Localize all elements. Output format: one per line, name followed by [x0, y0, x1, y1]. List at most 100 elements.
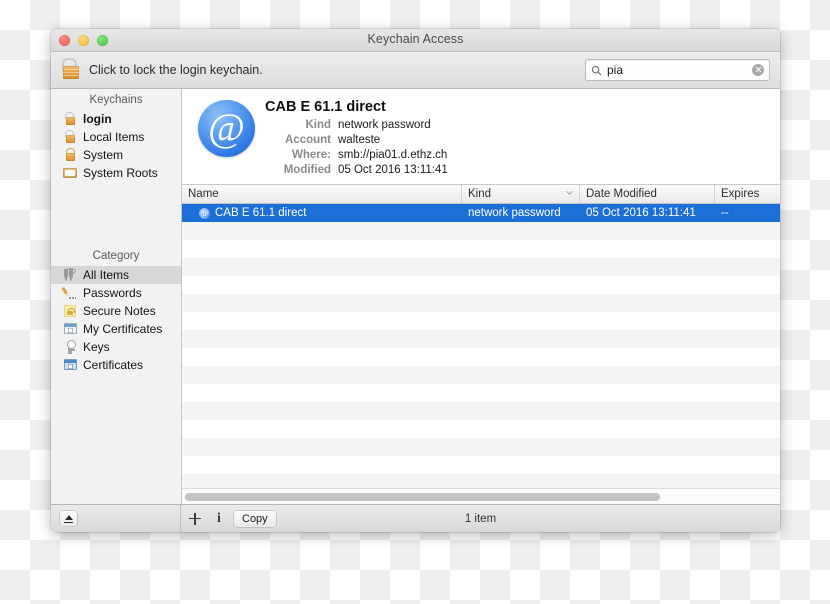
table-empty-row	[182, 456, 780, 474]
detail-field-modified: Modified 05 Oct 2016 13:11:41	[265, 163, 448, 178]
sidebar-item-passwords[interactable]: Passwords	[51, 284, 181, 302]
sidebar-item-label: Certificates	[83, 358, 144, 372]
items-table: Name Kind Date Modified Expires @ CAB E …	[182, 185, 780, 504]
sidebar-item-keys[interactable]: Keys	[51, 338, 181, 356]
sidebar-item-label: My Certificates	[83, 322, 163, 336]
window-title: Keychain Access	[367, 32, 464, 46]
column-header-expires[interactable]: Expires	[715, 185, 780, 203]
column-header-kind[interactable]: Kind	[462, 185, 580, 203]
clear-icon[interactable]	[752, 64, 764, 76]
key-icon	[63, 340, 77, 354]
sidebar-keychains-list: login Local Items System System Roots	[51, 110, 181, 182]
detail-field-key: Where:	[292, 149, 331, 161]
keyring-icon	[63, 268, 77, 282]
column-header-label: Kind	[468, 188, 492, 200]
detail-field-value: network password	[338, 119, 431, 131]
table-empty-row	[182, 330, 780, 348]
column-header-label: Expires	[721, 188, 760, 200]
item-detail-panel: @ CAB E 61.1 direct Kind network passwor…	[182, 89, 780, 185]
sidebar-item-my-certificates[interactable]: My Certificates	[51, 320, 181, 338]
bottom-bar: i Copy 1 item	[51, 504, 780, 532]
sidebar-category-list: All Items Passwords Secure Notes My Cert…	[51, 266, 181, 374]
at-sign-icon: @	[199, 207, 210, 219]
sidebar-item-label: System	[83, 148, 124, 162]
certificate-icon	[63, 322, 77, 336]
column-header-date-modified[interactable]: Date Modified	[580, 185, 715, 203]
table-empty-row	[182, 240, 780, 258]
cell-name-text: CAB E 61.1 direct	[215, 207, 307, 219]
table-empty-row	[182, 438, 780, 456]
table-empty-row	[182, 312, 780, 330]
window-body: Keychains login Local Items System Syste…	[51, 89, 780, 504]
detail-title: CAB E 61.1 direct	[265, 99, 386, 115]
table-empty-row	[182, 258, 780, 276]
detail-field-key: Kind	[305, 119, 331, 131]
pencil-icon	[61, 286, 77, 300]
show-keychains-icon[interactable]	[60, 511, 77, 526]
sidebar-item-label: Passwords	[83, 286, 142, 300]
detail-field-key: Modified	[283, 164, 331, 176]
info-button[interactable]: i	[212, 511, 226, 527]
scrollbar-thumb[interactable]	[185, 492, 660, 501]
lock-open-icon	[63, 130, 77, 144]
lock-open-icon	[63, 112, 77, 126]
table-empty-row	[182, 474, 780, 488]
detail-field-where: Where: smb://pia01.d.ethz.ch	[265, 148, 448, 163]
table-body[interactable]: @ CAB E 61.1 direct network password 05 …	[182, 204, 780, 488]
at-sign-badge-icon: @	[198, 100, 255, 157]
open-padlock-icon[interactable]	[60, 58, 82, 82]
lock-keychain-label[interactable]: Click to lock the login keychain.	[89, 63, 263, 77]
search-icon	[591, 65, 602, 75]
sidebar-item-label: Keys	[83, 340, 110, 354]
sidebar-item-label: Secure Notes	[83, 304, 156, 318]
table-empty-row	[182, 222, 780, 240]
detail-field-value: 05 Oct 2016 13:11:41	[338, 164, 448, 176]
sidebar-item-system[interactable]: System	[51, 146, 181, 164]
table-empty-row	[182, 366, 780, 384]
table-header-row: Name Kind Date Modified Expires	[182, 185, 780, 204]
folder-icon	[63, 166, 77, 180]
column-header-label: Name	[188, 188, 219, 200]
sidebar-item-label: System Roots	[83, 166, 158, 180]
bottom-bar-right: i Copy 1 item	[181, 505, 780, 532]
detail-field-value: smb://pia01.d.ethz.ch	[338, 149, 448, 161]
sidebar-section-keychains-header: Keychains	[89, 94, 143, 106]
sidebar-item-secure-notes[interactable]: Secure Notes	[51, 302, 181, 320]
table-row[interactable]: @ CAB E 61.1 direct network password 05 …	[182, 204, 780, 222]
certificate-blue-icon	[63, 358, 77, 372]
sidebar-filler	[51, 374, 181, 504]
chevron-down-icon	[566, 191, 573, 195]
sidebar-item-login[interactable]: login	[51, 110, 181, 128]
add-item-button[interactable]	[187, 511, 203, 527]
table-empty-row	[182, 294, 780, 312]
sidebar-item-certificates[interactable]: Certificates	[51, 356, 181, 374]
search-field[interactable]: pia	[585, 59, 770, 81]
copy-button[interactable]: Copy	[234, 510, 276, 527]
lock-closed-icon	[63, 148, 77, 162]
column-header-label: Date Modified	[586, 188, 657, 200]
title-bar: Keychain Access	[51, 29, 780, 52]
cell-kind: network password	[468, 207, 561, 219]
sidebar-item-label: Local Items	[83, 130, 145, 144]
sidebar-item-all-items[interactable]: All Items	[51, 266, 181, 284]
table-empty-row	[182, 402, 780, 420]
horizontal-scrollbar[interactable]	[182, 488, 780, 504]
column-header-name[interactable]: Name	[182, 185, 462, 203]
sidebar-item-local-items[interactable]: Local Items	[51, 128, 181, 146]
detail-field-key: Account	[285, 134, 331, 146]
table-empty-rows	[182, 222, 780, 488]
sidebar-item-label: login	[83, 112, 112, 126]
detail-field-account: Account walteste	[265, 133, 448, 148]
note-icon	[63, 304, 77, 318]
bottom-bar-left	[51, 505, 181, 532]
search-input[interactable]: pia	[607, 64, 752, 76]
detail-field-kind: Kind network password	[265, 118, 448, 133]
sidebar: Keychains login Local Items System Syste…	[51, 89, 182, 504]
table-empty-row	[182, 420, 780, 438]
keychain-access-window: Keychain Access Click to lock the login …	[51, 29, 780, 532]
detail-fields: CAB E 61.1 direct Kind network password …	[265, 98, 448, 184]
sidebar-item-system-roots[interactable]: System Roots	[51, 164, 181, 182]
cell-expires: --	[721, 207, 729, 219]
table-empty-row	[182, 384, 780, 402]
